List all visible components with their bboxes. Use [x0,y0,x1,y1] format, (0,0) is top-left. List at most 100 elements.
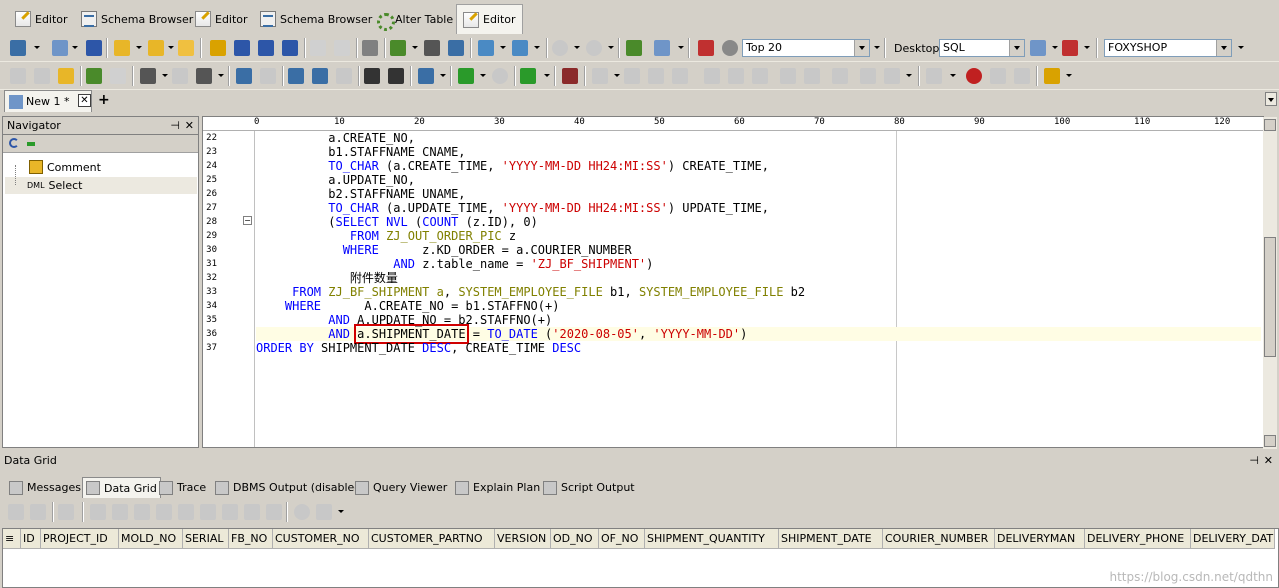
close-icon[interactable]: ✕ [185,119,194,132]
run-to-cursor-icon[interactable] [728,68,744,84]
binoculars-icon[interactable] [140,68,156,84]
grid-export-icon[interactable] [30,504,46,520]
column-header[interactable]: COURIER_NUMBER [883,529,995,549]
save-as-icon[interactable] [210,40,226,56]
compile-icon[interactable] [926,68,942,84]
redo-icon[interactable] [260,68,276,84]
column-header[interactable]: CUSTOMER_PARTNO [369,529,495,549]
add-tab-button[interactable]: + [98,92,110,108]
history-icon[interactable] [698,40,714,56]
cancel-edit-icon[interactable] [266,504,282,520]
close-tab-icon[interactable]: ✕ [78,94,91,107]
commit-icon[interactable] [626,40,642,56]
grid-copy-icon[interactable] [58,504,74,520]
column-header[interactable]: DELIVERYMAN [995,529,1085,549]
evaluate-icon[interactable] [804,68,820,84]
column-header[interactable]: SHIPMENT_QUANTITY [645,529,779,549]
uppercase-icon[interactable] [288,68,304,84]
code-line[interactable]: b1.STAFFNAME CNAME, [256,145,1261,159]
find-object-icon[interactable] [424,40,440,56]
execute-icon[interactable] [458,68,474,84]
column-header[interactable]: PROJECT_ID [41,529,119,549]
column-header[interactable]: SERIAL [183,529,229,549]
clear-icon[interactable] [110,68,126,84]
profiler-icon[interactable] [860,68,876,84]
code-line[interactable]: WHERE A.CREATE_NO = b1.STAFFNO(+) [256,299,1261,313]
insert-record-icon[interactable] [178,504,194,520]
filter-icon[interactable] [294,504,310,520]
tab-query-viewer[interactable]: Query Viewer [352,477,450,498]
code-line[interactable]: a.CREATE_NO, [256,131,1261,145]
tab-messages[interactable]: Messages [6,477,84,498]
window-tab-schema-browser-2[interactable]: Schema Browser [253,6,379,32]
back-icon[interactable] [552,40,568,56]
code-line[interactable]: 附件数量 [256,271,1261,285]
window-tab-editor-active[interactable]: Editor [456,4,523,34]
execute-script-icon[interactable] [520,68,536,84]
column-header[interactable]: MOLD_NO [119,529,183,549]
tab-script-output[interactable]: Script Output [540,477,638,498]
editor-vertical-scrollbar[interactable] [1263,117,1277,449]
navigator-item-select[interactable]: DML Select [5,177,197,194]
tab-list-dropdown[interactable] [1265,92,1277,106]
step-out-icon[interactable] [704,68,720,84]
step-into-icon[interactable] [672,68,688,84]
column-header[interactable]: ID [21,529,41,549]
edit-record-icon[interactable] [222,504,238,520]
undo-icon[interactable] [236,68,252,84]
new-sql-icon[interactable] [52,40,68,56]
sql-options-icon[interactable] [654,40,670,56]
pin-icon[interactable]: ⊣ [1249,454,1259,467]
navigator-item-comment[interactable]: Comment [5,159,197,176]
capitalize-icon[interactable] [336,68,352,84]
code-line[interactable]: AND z.table_name = 'ZJ_BF_SHIPMENT') [256,257,1261,271]
code-line[interactable]: TO_CHAR (a.CREATE_TIME, 'YYYY-MM-DD HH24… [256,159,1261,173]
pin-icon[interactable]: ⊣ [170,119,180,132]
lowercase-icon[interactable] [312,68,328,84]
profiler-options-icon[interactable] [884,68,900,84]
connection-select[interactable]: FOXYSHOP [1104,39,1232,57]
code-line[interactable]: FROM ZJ_BF_SHIPMENT a, SYSTEM_EMPLOYEE_F… [256,285,1261,299]
close-icon[interactable]: ✕ [1264,454,1273,467]
column-header[interactable]: CUSTOMER_NO [273,529,369,549]
window-tab-schema-browser-1[interactable]: Schema Browser [74,6,200,32]
save-file-icon[interactable] [282,40,298,56]
column-header[interactable]: OD_NO [551,529,599,549]
disconnect-icon[interactable] [86,40,102,56]
post-edit-icon[interactable] [244,504,260,520]
column-header[interactable]: OF_NO [599,529,645,549]
redo-list-icon[interactable] [34,68,50,84]
stop-icon[interactable] [492,68,508,84]
window-tab-alter-table[interactable]: Alter Table [368,6,460,32]
save-all-icon[interactable] [258,40,274,56]
window-tab-editor-1[interactable]: Editor [8,6,75,32]
paste-icon[interactable] [58,68,74,84]
window-tab-editor-2[interactable]: Editor [188,6,255,32]
copy-icon[interactable] [334,40,350,56]
grid-icon[interactable] [562,68,578,84]
column-header[interactable]: DELIVERY_PHONE [1085,529,1191,549]
column-header[interactable]: DELIVERY_DAT [1191,529,1275,549]
code-line[interactable]: AND A.UPDATE_NO = b2.STAFFNO(+) [256,313,1261,327]
step-icon[interactable] [624,68,640,84]
clear-breakpoints-icon[interactable] [990,68,1006,84]
connect-icon[interactable] [10,40,26,56]
code-line[interactable]: a.UPDATE_NO, [256,173,1261,187]
last-record-icon[interactable] [156,504,172,520]
zoom-icon[interactable] [722,40,738,56]
open-recent-icon[interactable] [148,40,164,56]
open-folder-icon[interactable] [114,40,130,56]
desktop-select[interactable]: SQL [939,39,1025,57]
column-header[interactable]: FB_NO [229,529,273,549]
find-next-icon[interactable] [172,68,188,84]
explain-icon[interactable] [478,40,494,56]
load-icon[interactable] [178,40,194,56]
refresh-icon[interactable] [9,138,19,148]
code-line[interactable]: AND a.SHIPMENT_DATE = TO_DATE ('2020-08-… [256,324,1261,344]
tab-dbms-output-disabled-[interactable]: DBMS Output (disabled) [212,477,369,498]
cut-icon[interactable] [310,40,326,56]
breakpoints-icon[interactable] [832,68,848,84]
scroll-thumb[interactable] [1264,237,1276,357]
collapse-icon[interactable] [27,142,35,146]
delete-record-icon[interactable] [200,504,216,520]
